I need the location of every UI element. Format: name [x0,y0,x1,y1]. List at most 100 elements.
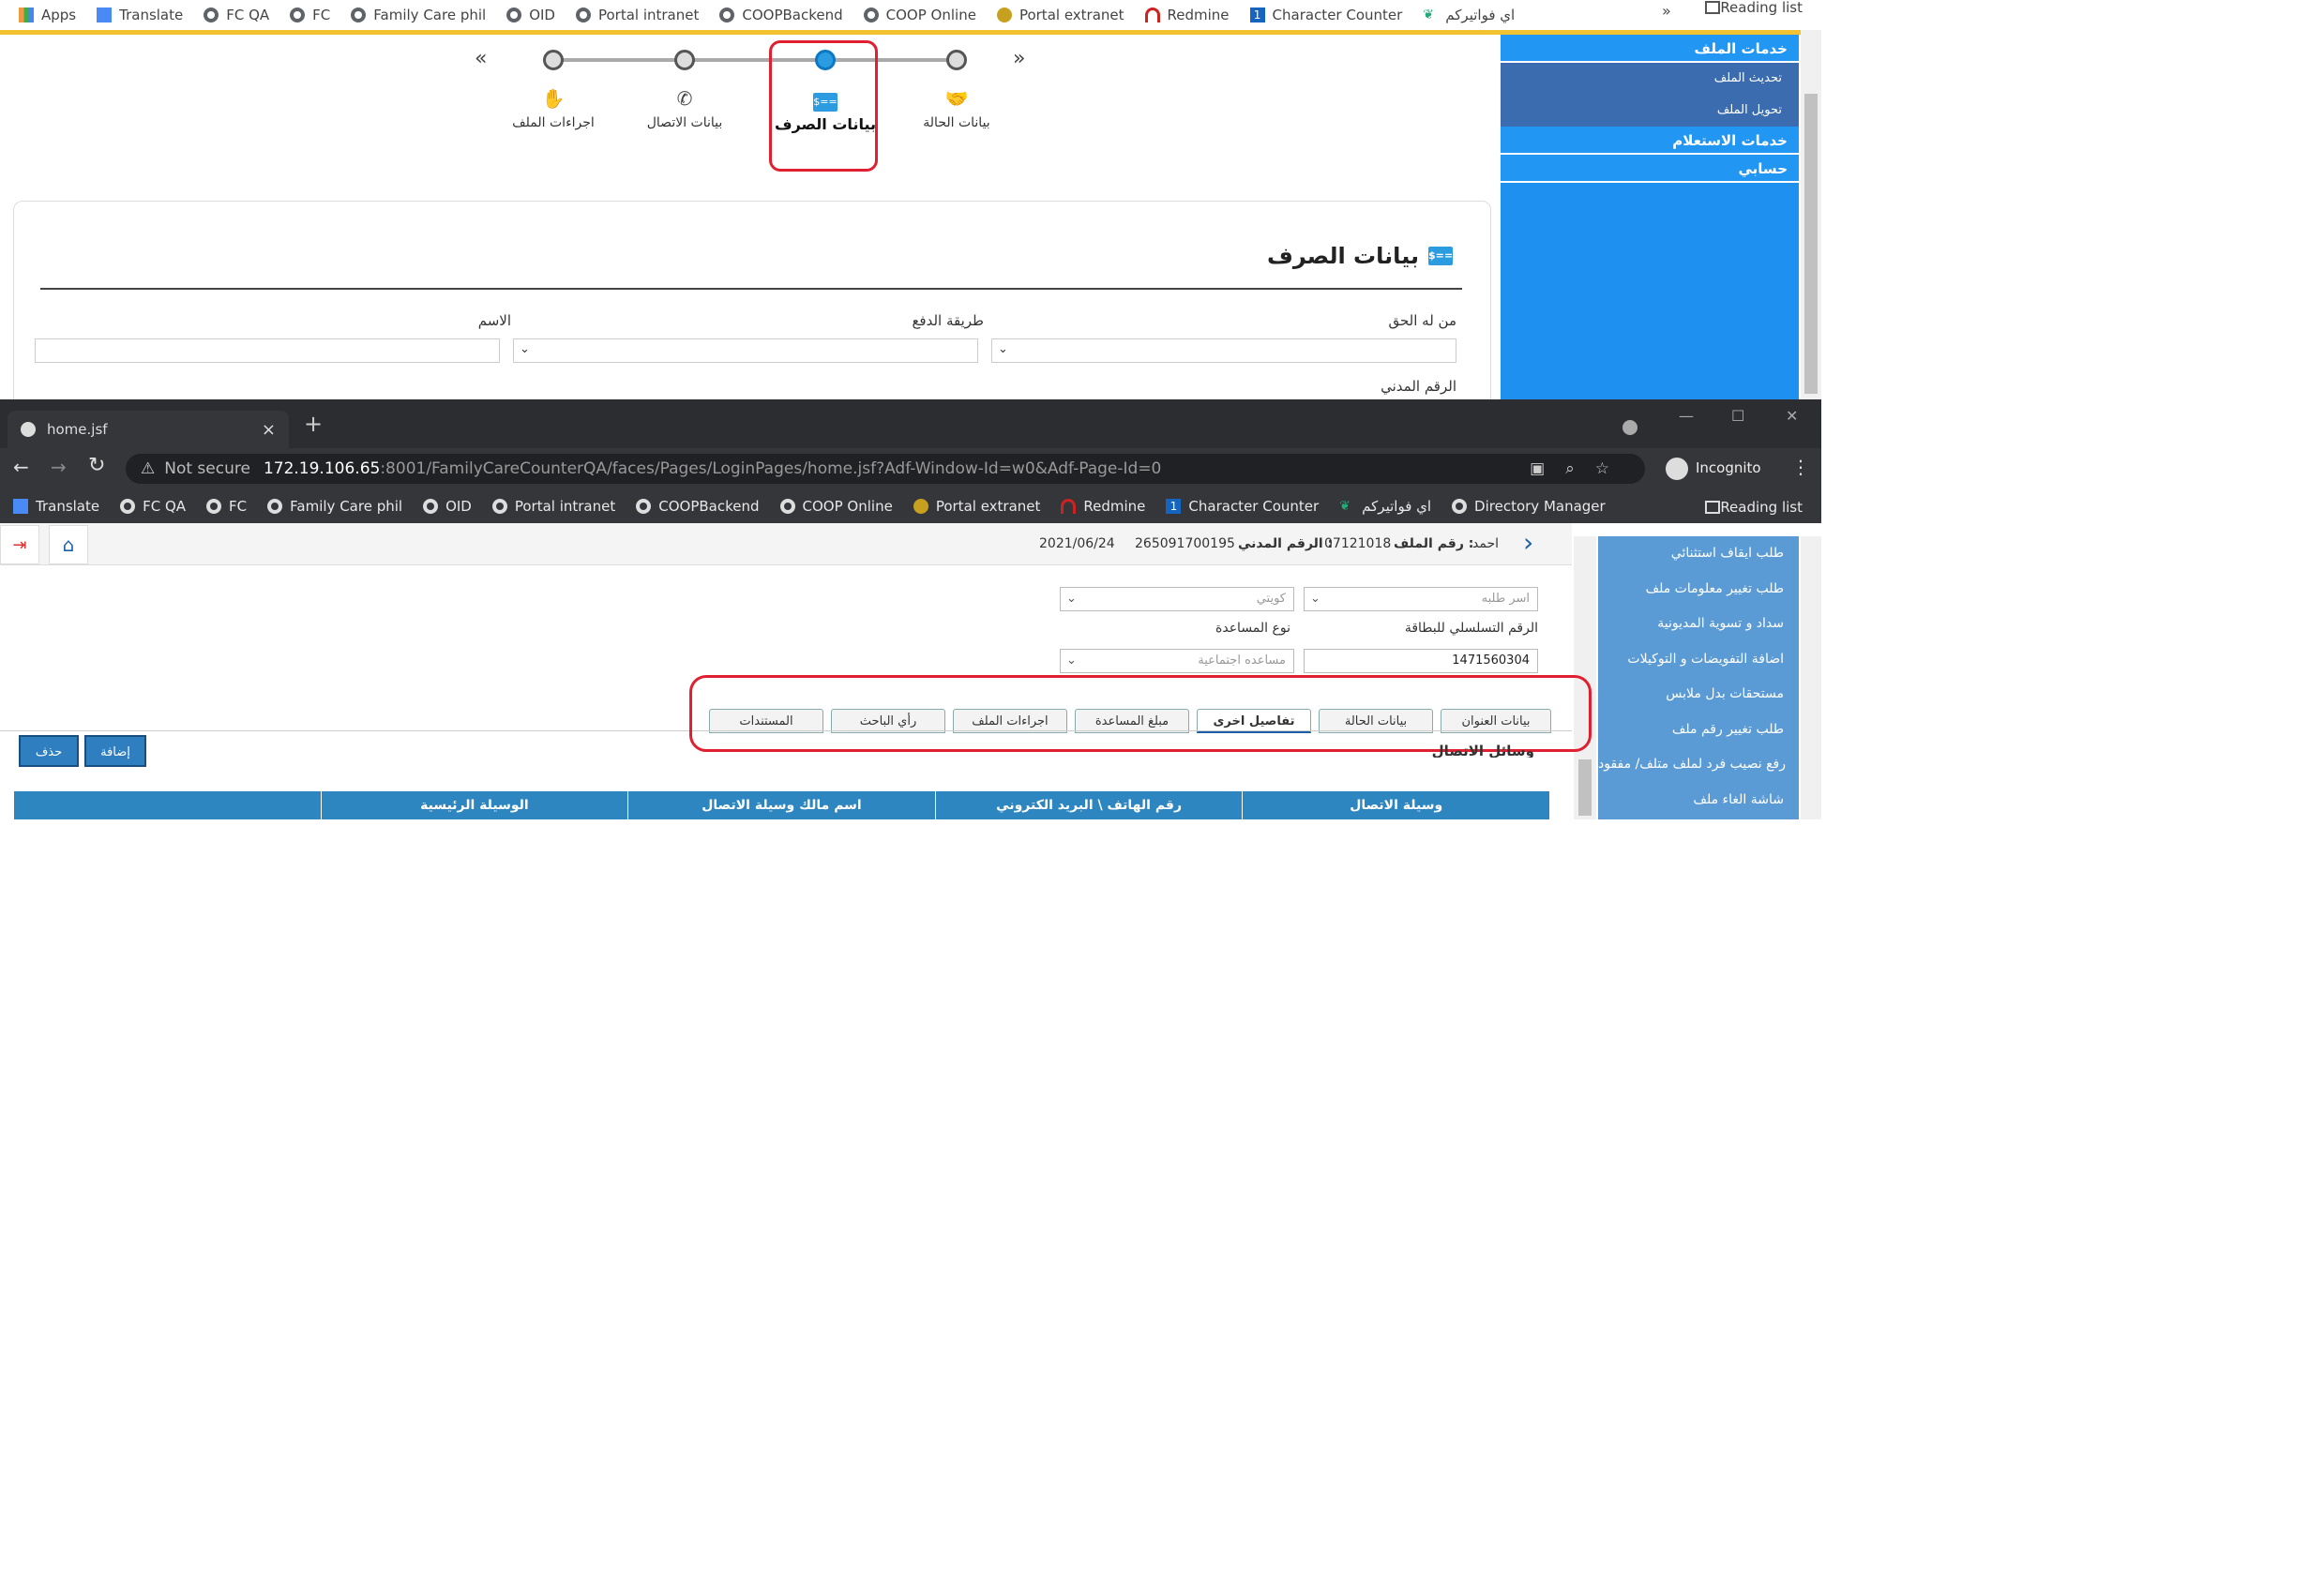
bookmark-label: Translate [119,7,184,23]
civil-number: 265091700195 [1135,536,1235,551]
step-file-actions[interactable]: ✋ اجراءات الملف [488,50,619,130]
bottom-bookmarks-bar: Translate FC QA FC Family Care phil OID … [0,489,1821,523]
sidebar-scrollbar[interactable] [1801,536,1821,819]
sidebar-item[interactable]: طلب تغيير معلومات ملف [1598,572,1799,608]
bookmark-fc-qa[interactable]: FC QA [204,7,269,23]
bookmark-label: FC [229,498,248,515]
bookmark-fc-qa[interactable]: FC QA [120,498,186,515]
delete-button[interactable]: حذف [19,735,79,767]
scrollbar-thumb[interactable] [1578,759,1592,816]
bookmark-coop-online[interactable]: COOP Online [863,7,976,23]
select-value: كويتي [1256,592,1286,606]
nationality-select[interactable]: ⌄ كويتي [1060,587,1294,611]
bookmark-coop-online[interactable]: COOP Online [779,498,893,515]
incognito-icon [1666,458,1688,480]
select-value: مساعده اجتماعية [1198,653,1286,668]
omnibox-action-icons[interactable]: ▣⌕☆ [1530,459,1630,478]
sidebar-section-inquiry[interactable]: خدمات الاستعلام [1501,127,1799,155]
sidebar-item[interactable]: طلب تغيير رقم ملف [1598,713,1799,748]
sidebar-item-transfer-file[interactable]: تحويل الملف [1501,95,1799,127]
close-tab-icon[interactable]: × [262,420,276,440]
sidebar-item[interactable]: طلب ايقاف استثنائي [1598,536,1799,572]
globe-icon [351,8,367,23]
url-path: :8001/FamilyCareCounterQA/faces/Pages/Lo… [380,459,1162,478]
section-title: وسائل الاتصال [1431,743,1534,758]
name-input[interactable] [35,338,500,363]
omnibox[interactable]: ⚠ Not secure 172.19.106.65 :8001/FamilyC… [126,454,1645,484]
bookmark-family-care-phil[interactable]: Family Care phil [267,498,402,515]
forward-icon[interactable]: → [51,456,67,478]
bookmark-coopbackend[interactable]: COOPBackend [636,498,760,515]
bookmark-apps[interactable]: Apps [19,7,76,23]
close-window-button[interactable]: ✕ [1786,407,1798,425]
step-case-data[interactable]: 🤝 بيانات الحالة [891,50,1022,130]
bookmark-redmine[interactable]: Redmine [1061,498,1145,515]
bookmark-label: COOPBackend [742,7,843,23]
stepper-prev-arrow[interactable]: « [475,47,487,70]
home-button[interactable]: ⌂ [49,525,88,564]
chevron-right-icon[interactable]: › [1523,527,1533,558]
globe-icon [636,499,652,514]
card-serial-input[interactable]: 1471560304 [1304,649,1538,673]
minimize-button[interactable]: — [1679,407,1694,425]
globe-icon [575,8,591,23]
bookmark-fc[interactable]: FC [290,7,330,23]
bookmark-character-counter[interactable]: 1 Character Counter [1249,7,1402,23]
bookmark-oid[interactable]: OID [423,498,472,515]
globe-icon [21,422,36,437]
right-sidebar: خدمات الملف تحديث الملف تحويل الملف خدما… [1501,35,1799,399]
sidebar-item[interactable]: مستحقات بدل ملابس [1598,677,1799,713]
family-name-select[interactable]: ⌄ اسر طلبه [1304,587,1538,611]
bookmark-portal-intranet[interactable]: Portal intranet [491,498,615,515]
sidebar-item[interactable]: رفع نصيب فرد لملف متلف/ مفقود [1598,747,1799,783]
bookmark-coopbackend[interactable]: COOPBackend [719,7,843,23]
title-divider [40,288,1462,290]
bookmark-invoices[interactable]: ❦ اي فواتيركم [1339,498,1431,515]
sidebar-item[interactable]: سداد و تسوية المديونية [1598,607,1799,642]
globe-icon [719,8,735,23]
payment-method-select[interactable]: ⌄ [513,338,978,363]
step-contact-data[interactable]: ✆ بيانات الاتصال [619,50,750,130]
file-number-label: رقم الملف : [1394,536,1474,551]
bookmark-translate[interactable]: Translate [97,7,183,23]
bookmark-family-care-phil[interactable]: Family Care phil [351,7,486,23]
bookmark-portal-intranet[interactable]: Portal intranet [575,7,699,23]
field-label: الاسم [477,312,511,329]
reading-list[interactable]: Reading list [1705,499,1803,516]
sidebar-section-file-services[interactable]: خدمات الملف [1501,35,1799,63]
bookmark-invoices[interactable]: ❦ اي فواتيركم [1423,7,1515,23]
bookmark-portal-extranet[interactable]: Portal extranet [996,7,1124,23]
reload-icon[interactable]: ↻ [88,454,105,477]
bookmark-directory-manager[interactable]: Directory Manager [1452,498,1606,515]
sidebar-item[interactable]: اضافة التفويضات و التوكيلات [1598,642,1799,678]
sidebar-section-my-account[interactable]: حسابي [1501,155,1799,183]
back-icon[interactable]: ← [13,456,29,478]
beneficiary-select[interactable]: ⌄ [991,338,1456,363]
bookmark-translate[interactable]: Translate [13,498,99,515]
add-button[interactable]: إضافة [84,735,146,767]
chevron-down-icon: ⌄ [1066,592,1077,606]
bookmark-oid[interactable]: OID [506,7,555,23]
bookmark-portal-extranet[interactable]: Portal extranet [913,498,1040,515]
sidebar-item-update-file[interactable]: تحديث الملف [1501,63,1799,95]
bookmark-character-counter[interactable]: 1 Character Counter [1166,498,1319,515]
reading-list-label: Reading list [1720,499,1803,516]
profile-label[interactable]: Incognito [1696,459,1761,476]
step-dot [946,50,967,70]
column-header: رقم الهاتف \ البريد الكتروني [934,791,1243,819]
sidebar-item[interactable]: شاشة الغاء ملف [1598,783,1799,819]
column-header: الوسيلة الرئيسية [320,791,628,819]
bookmark-redmine[interactable]: Redmine [1144,7,1230,23]
menu-dots-icon[interactable]: ⋮ [1791,456,1810,478]
aid-type-select[interactable]: ⌄ مساعده اجتماعية [1060,649,1294,673]
reading-list[interactable]: Reading list [1705,0,1803,16]
bookmark-fc[interactable]: FC [206,498,247,515]
maximize-button[interactable]: ☐ [1731,407,1744,425]
more-bookmarks-chevron[interactable]: » [1662,0,1671,30]
scrollbar-thumb[interactable] [1804,94,1818,394]
globe-icon [290,8,306,23]
tab-search-icon[interactable] [1622,420,1637,435]
new-tab-button[interactable]: + [304,411,323,437]
browser-tab[interactable]: home.jsf × [8,411,289,448]
logout-button[interactable]: ⇥ [0,525,39,564]
